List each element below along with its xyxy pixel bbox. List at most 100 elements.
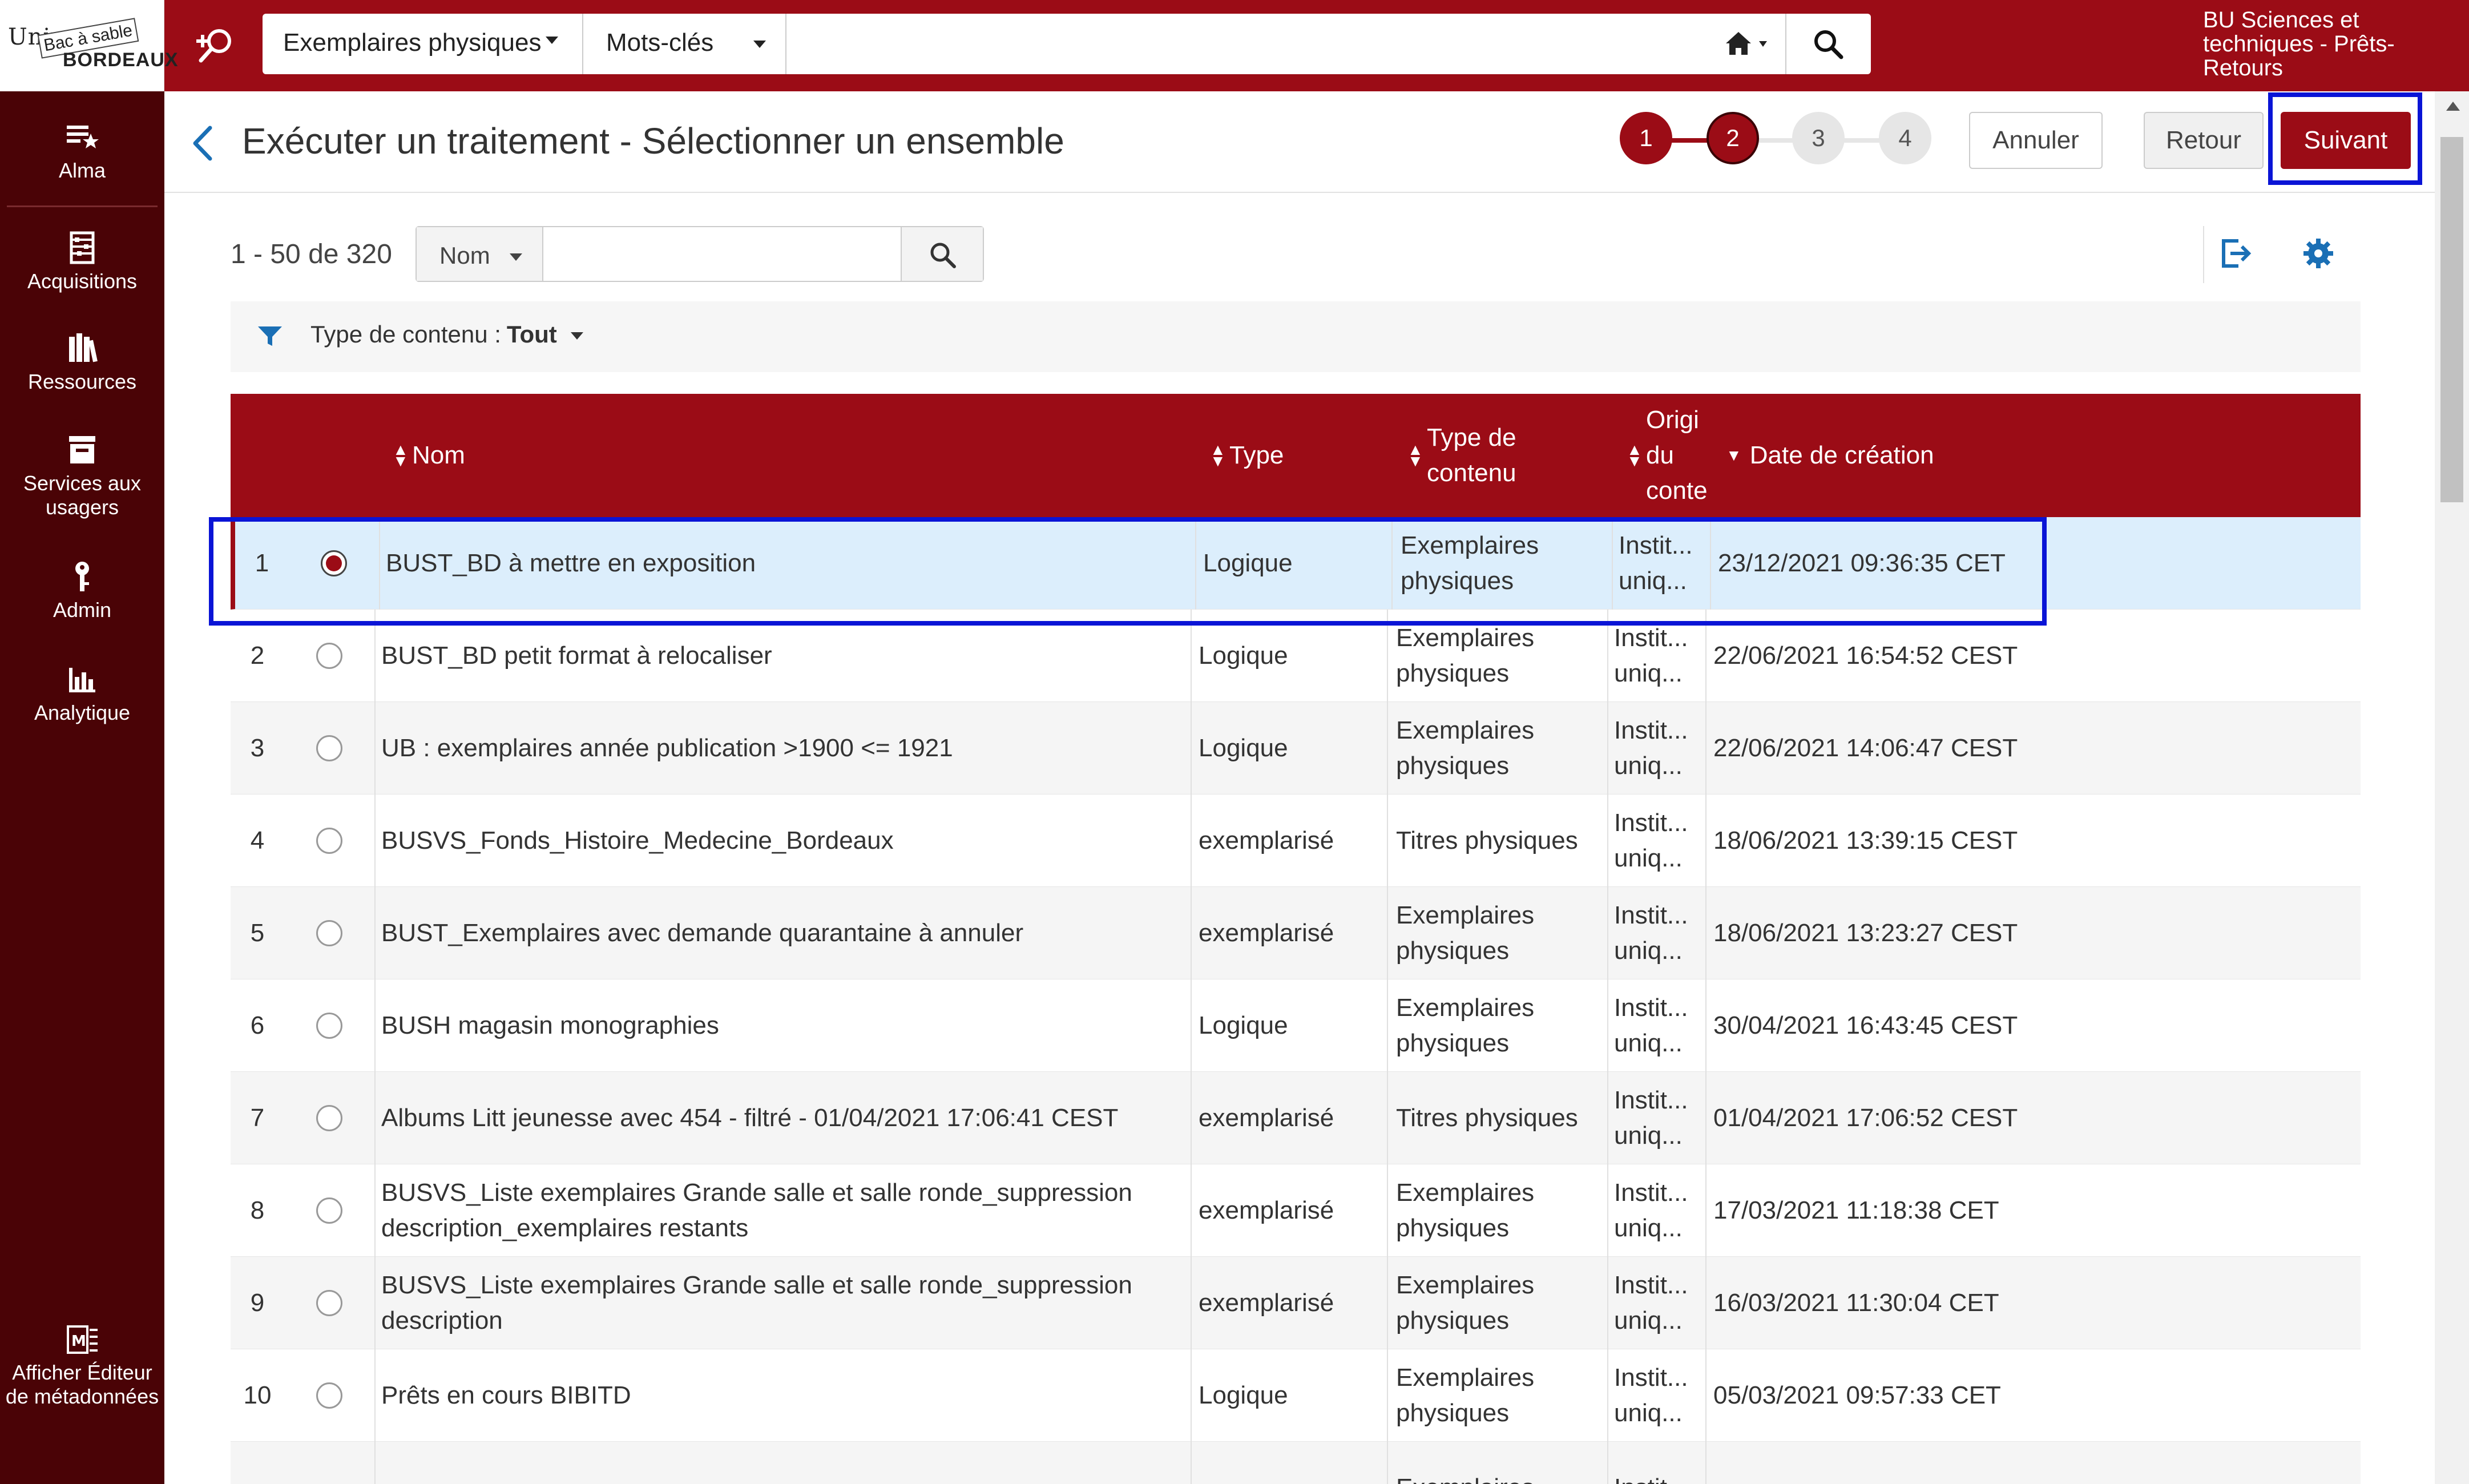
sidebar-item-label: Acquisitions: [27, 269, 138, 293]
table-row[interactable]: 7 Albums Litt jeunesse avec 454 - filtré …: [231, 1072, 2361, 1164]
scroll-up-icon[interactable]: [2446, 102, 2460, 111]
row-select-radio-cell[interactable]: [285, 1442, 373, 1484]
sidebar-item-acquisitions[interactable]: Acquisitions: [0, 231, 164, 293]
home-scope-button[interactable]: [1722, 29, 1780, 59]
cell-text: Exemplaires: [1396, 1470, 1534, 1484]
table-row[interactable]: 9 BUSVS_Liste exemplaires Grande salle et…: [231, 1257, 2361, 1349]
institution-logo[interactable]: Unive Bac à sable BORDEAUX: [0, 0, 178, 91]
sidebar-item-admin[interactable]: Admin: [0, 559, 164, 622]
gear-icon[interactable]: [2300, 235, 2337, 272]
set-name[interactable]: [381, 1442, 1192, 1484]
list-search-button[interactable]: [901, 227, 983, 281]
row-select-radio-cell[interactable]: [285, 887, 373, 979]
cell-text: Instit...: [1614, 624, 1688, 652]
back-button[interactable]: Retour: [2144, 112, 2264, 169]
cell-text: uniq...: [1614, 1214, 1683, 1242]
set-name[interactable]: Albums Litt jeunesse avec 454 - filtré -…: [381, 1072, 1192, 1164]
set-name[interactable]: BUSVS_Fonds_Histoire_Medecine_Bordeaux: [381, 795, 1192, 887]
row-select-radio-cell[interactable]: [285, 1257, 373, 1349]
set-origin: Instit... uniq...: [1614, 1072, 1705, 1164]
cell-text: uniq...: [1614, 752, 1683, 780]
row-select-radio-cell[interactable]: [285, 1072, 373, 1164]
scrollbar-thumb[interactable]: [2440, 137, 2463, 502]
column-header-content-type[interactable]: ▲ ▼ Type de contenu: [1407, 394, 1601, 517]
sidebar-item-alma[interactable]: Alma: [0, 120, 164, 183]
set-content-type: Exemplaires physiques: [1396, 887, 1607, 979]
set-content-type: Titres physiques: [1396, 1072, 1607, 1164]
column-separator: [1191, 795, 1192, 887]
table-row[interactable]: 6 BUSH magasin monographies Logique Exempla…: [231, 979, 2361, 1072]
search-input[interactable]: [789, 19, 1713, 68]
back-chevron-icon[interactable]: [188, 123, 217, 163]
set-name[interactable]: Prêts en cours BIBITD: [381, 1349, 1192, 1442]
set-name[interactable]: UB : exemplaires année publication >1900…: [381, 702, 1192, 795]
column-separator: [1705, 702, 1706, 795]
search-scope-select[interactable]: Exemplaires physiques: [263, 14, 583, 74]
cell-text: Instit...: [1614, 1179, 1688, 1207]
cell-text: BUST_BD petit format à relocaliser: [381, 642, 772, 670]
table-row[interactable]: 3 UB : exemplaires année publication >190…: [231, 702, 2361, 795]
row-select-radio-cell[interactable]: [285, 702, 373, 795]
row-select-radio-cell[interactable]: [285, 979, 373, 1072]
sidebar-item-services-aux-usagers[interactable]: Services aux usagers: [0, 433, 164, 519]
row-select-radio-cell[interactable]: [285, 1349, 373, 1442]
page-scrollbar[interactable]: [2435, 91, 2469, 1484]
row-select-radio[interactable]: [316, 1013, 342, 1039]
column-separator: [1607, 979, 1608, 1072]
set-name[interactable]: BUST_Exemplaires avec demande quarantain…: [381, 887, 1192, 979]
cell-text: physiques: [1396, 1306, 1510, 1334]
sidebar-item-ressources[interactable]: Ressources: [0, 331, 164, 394]
logo-text-bordeaux: BORDEAUX: [63, 49, 179, 71]
row-select-radio[interactable]: [316, 1290, 342, 1316]
content-type-filter[interactable]: Type de contenu : Tout: [310, 321, 583, 348]
sidebar-item-metadata-editor[interactable]: M Afficher Éditeur de métadonnées: [0, 1322, 164, 1409]
cancel-button[interactable]: Annuler: [1969, 112, 2103, 169]
cell-text: description_exemplaires restants: [381, 1214, 749, 1242]
set-name[interactable]: BUSVS_Liste exemplaires Grande salle et …: [381, 1257, 1192, 1349]
column-label: Type: [1229, 441, 1284, 469]
row-select-radio[interactable]: [316, 735, 342, 761]
bar-chart-icon: [69, 668, 95, 692]
table-row[interactable]: 5 BUST_Exemplaires avec demande quarantai…: [231, 887, 2361, 979]
column-header-name[interactable]: ▲ ▼ Nom: [393, 394, 735, 517]
row-select-radio[interactable]: [316, 828, 342, 854]
sidebar-item-analytique[interactable]: Analytique: [0, 662, 164, 725]
row-select-radio-cell[interactable]: [285, 795, 373, 887]
search-icon: [930, 243, 956, 268]
list-search-input[interactable]: [546, 231, 899, 277]
row-select-radio-cell[interactable]: [285, 1164, 373, 1257]
cell-text: Exemplaires: [1396, 716, 1535, 744]
step-2: 2: [1706, 112, 1759, 164]
table-row[interactable]: 10 Prêts en cours BIBITD Logique Exemplaire…: [231, 1349, 2361, 1442]
cell-text: Instit...: [1614, 1271, 1688, 1299]
row-select-radio[interactable]: [316, 1105, 342, 1131]
row-select-radio[interactable]: [316, 1197, 342, 1224]
current-location[interactable]: BU Sciences et techniques - Prêts- Retou…: [2203, 8, 2454, 80]
set-name[interactable]: BUSH magasin monographies: [381, 979, 1192, 1072]
table-row[interactable]: 4 BUSVS_Fonds_Histoire_Medecine_Bordeaux e…: [231, 795, 2361, 887]
row-select-radio[interactable]: [316, 643, 342, 669]
advanced-search-icon[interactable]: [194, 26, 237, 65]
set-origin: Instit... uniq...: [1614, 887, 1705, 979]
table-row[interactable]: 8 BUSVS_Liste exemplaires Grande salle et…: [231, 1164, 2361, 1257]
export-icon[interactable]: [2219, 234, 2253, 272]
column-header-origin[interactable]: ▲ ▼ Origi du conte: [1627, 394, 1711, 517]
column-header-date[interactable]: ▼ Date de création: [1726, 394, 2068, 517]
search-field-select[interactable]: Nom: [417, 227, 543, 281]
set-origin: Instit... uniq...: [1614, 1257, 1705, 1349]
set-content-type: Exemplaires: [1396, 1442, 1607, 1484]
column-header-type[interactable]: ▲ ▼ Type: [1210, 394, 1381, 517]
set-name[interactable]: BUSVS_Liste exemplaires Grande salle et …: [381, 1164, 1192, 1257]
search-button[interactable]: [1785, 14, 1871, 74]
row-select-radio[interactable]: [316, 920, 342, 946]
cell-text: uniq...: [1614, 937, 1683, 965]
step-4: 4: [1879, 112, 1931, 164]
search-scope-value: Exemplaires physiques: [283, 29, 542, 57]
page-title: Exécuter un traitement - Sélectionner un…: [242, 120, 1064, 162]
column-separator: [1191, 1349, 1192, 1442]
row-select-radio[interactable]: [316, 1382, 342, 1409]
set-origin: Instit... uniq...: [1614, 1349, 1705, 1442]
table-row[interactable]: Exemplaires Instit...: [231, 1442, 2361, 1484]
search-field-select[interactable]: Mots-clés: [584, 14, 786, 74]
divider: [164, 192, 2435, 193]
